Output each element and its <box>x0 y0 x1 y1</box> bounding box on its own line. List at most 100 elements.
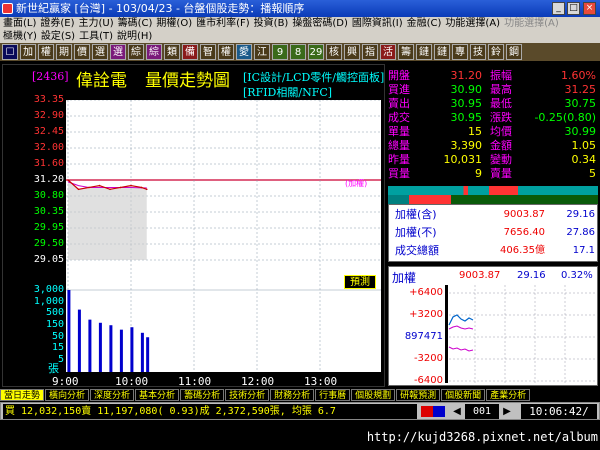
toolbar-button[interactable]: 權 <box>38 44 54 60</box>
stat-label: 最低 <box>490 97 512 110</box>
price-tick: 30.80 <box>33 190 64 201</box>
stat-label: 總量 <box>388 139 410 152</box>
analysis-tab[interactable]: 當日走勢 <box>0 389 45 401</box>
stat-value: 31.20 <box>450 69 483 82</box>
toolbar-button[interactable]: 技 <box>470 44 486 60</box>
toolbar-button[interactable]: 選 <box>92 44 108 60</box>
price-point <box>119 186 122 189</box>
analysis-tab[interactable]: 基本分析 <box>135 389 180 401</box>
menu-item[interactable]: 操盤密碼(D) <box>292 17 348 30</box>
analysis-tab[interactable]: 技術分析 <box>225 389 270 401</box>
stat-label: 單量 <box>388 125 410 138</box>
toolbar-button[interactable]: 專 <box>452 44 468 60</box>
analysis-tab[interactable]: 財務分析 <box>270 389 315 401</box>
analysis-tab[interactable]: 深度分析 <box>90 389 135 401</box>
toolbar-button[interactable]: 9 <box>272 44 288 60</box>
stat-label: 振幅 <box>490 69 512 82</box>
stat-value: 30.95 <box>450 97 483 110</box>
menu-item[interactable]: 國際資訊(I) <box>352 17 403 30</box>
stat-value: 1.05 <box>571 139 597 152</box>
volume-bar <box>130 327 134 372</box>
menu-bar-primary: 畫面(L) 證券(E) 主力(U) 籌碼(C) 期權(O) 匯市利率(F) 投資(B) 操盤密… <box>0 17 600 30</box>
predict-button[interactable]: 預測 <box>344 275 376 289</box>
menu-item[interactable]: 功能選擇(A) <box>504 17 559 30</box>
analysis-tab[interactable]: 行事曆 <box>315 389 351 401</box>
toolbar-button[interactable]: 期 <box>56 44 72 60</box>
toolbar-button[interactable]: 鋼 <box>506 44 522 60</box>
toolbar-button[interactable]: 鈴 <box>488 44 504 60</box>
mini-plot[interactable] <box>445 285 595 383</box>
volume-tick: 500 <box>45 307 64 319</box>
mini-diff-line <box>448 346 474 352</box>
index-value: 406.35億 <box>500 245 545 256</box>
stat-label: 買進 <box>388 83 410 96</box>
stat-label: 昨量 <box>388 153 410 166</box>
menu-item[interactable]: 金融(C) <box>407 17 442 30</box>
price-point <box>109 188 111 191</box>
page-down-button[interactable]: ▶ <box>499 405 515 418</box>
watermark-url: http://kujd3268.pixnet.net/album <box>366 430 598 444</box>
toolbar-button[interactable]: 指 <box>362 44 378 60</box>
toolbar-button[interactable]: 江 <box>254 44 270 60</box>
menu-item[interactable]: 匯市利率(F) <box>196 17 250 30</box>
toolbar-button[interactable]: 鏈 <box>416 44 432 60</box>
menu-item[interactable]: 功能選擇(A) <box>445 17 500 30</box>
toolbar-button[interactable]: ☐ <box>2 44 18 60</box>
toolbar-button[interactable]: 鏈 <box>434 44 450 60</box>
close-button[interactable]: × <box>583 2 596 15</box>
menu-item[interactable]: 籌碼(C) <box>118 17 153 30</box>
price-tick: 32.90 <box>33 110 64 121</box>
price-tick: 31.60 <box>33 158 64 169</box>
mini-tick: 897471 <box>404 331 443 342</box>
toolbar-button[interactable]: 核 <box>326 44 342 60</box>
menu-item[interactable]: 說明(H) <box>117 30 152 43</box>
analysis-tab[interactable]: 研報預測 <box>396 389 441 401</box>
toolbar-button[interactable]: 29 <box>308 44 324 60</box>
plot-area[interactable] <box>66 100 381 372</box>
chart-title: 量價走勢圖 <box>145 71 230 91</box>
page-up-button[interactable]: ◀ <box>449 405 465 418</box>
maximize-button[interactable]: □ <box>567 2 580 15</box>
trade-ticker: 買 12,032,150賣 11,197,080( 0.93)成 2,372,5… <box>3 404 417 419</box>
toolbar-button[interactable]: 籌 <box>398 44 414 60</box>
menu-item[interactable]: 工具(T) <box>79 30 113 43</box>
menu-item[interactable]: 設定(S) <box>41 30 75 43</box>
menu-item[interactable]: 期權(O) <box>156 17 192 30</box>
analysis-tab[interactable]: 產業分析 <box>486 389 531 401</box>
volume-tick: 150 <box>45 319 64 330</box>
toolbar-button[interactable]: 興 <box>344 44 360 60</box>
stat-value: 1.60% <box>561 69 596 82</box>
analysis-tab[interactable]: 橫向分析 <box>45 389 90 401</box>
volume-bar <box>140 332 144 372</box>
volume-tick: 50 <box>51 330 64 342</box>
toolbar-button[interactable]: 選 <box>110 44 126 60</box>
analysis-tab[interactable]: 個股規劃 <box>351 389 396 401</box>
price-point <box>88 186 90 189</box>
toolbar-button[interactable]: 加 <box>20 44 36 60</box>
toolbar-button[interactable]: 智 <box>200 44 216 60</box>
toolbar-button[interactable]: 備 <box>182 44 198 60</box>
toolbar-button[interactable]: 8 <box>290 44 306 60</box>
toolbar-button[interactable]: 權 <box>218 44 234 60</box>
volume-bar <box>88 319 92 372</box>
toolbar-button[interactable]: 愛 <box>236 44 252 60</box>
app-icon[interactable] <box>2 3 13 14</box>
toolbar-button[interactable]: 活 <box>380 44 396 60</box>
page-number: 001 <box>465 404 499 419</box>
analysis-tab[interactable]: 籌碼分析 <box>180 389 225 401</box>
menu-item[interactable]: 主力(U) <box>79 17 114 30</box>
toolbar-button[interactable]: 綜 <box>128 44 144 60</box>
mini-value: 9003.87 <box>459 270 501 281</box>
time-tick: 13:00 <box>304 375 338 388</box>
toolbar-button[interactable]: 價 <box>74 44 90 60</box>
menu-item[interactable]: 證券(E) <box>40 17 74 30</box>
minimize-button[interactable]: _ <box>552 2 565 15</box>
menu-item[interactable]: 投資(B) <box>254 17 289 30</box>
menu-item[interactable]: 畫面(L) <box>3 17 36 30</box>
analysis-tab[interactable]: 個股新聞 <box>441 389 486 401</box>
menu-item[interactable]: 極機(Y) <box>3 30 37 43</box>
time-tick: 12:00 <box>241 375 275 388</box>
price-tick: 30.35 <box>33 206 64 217</box>
toolbar-button[interactable]: 類 <box>164 44 180 60</box>
toolbar-button[interactable]: 綜 <box>146 44 162 60</box>
